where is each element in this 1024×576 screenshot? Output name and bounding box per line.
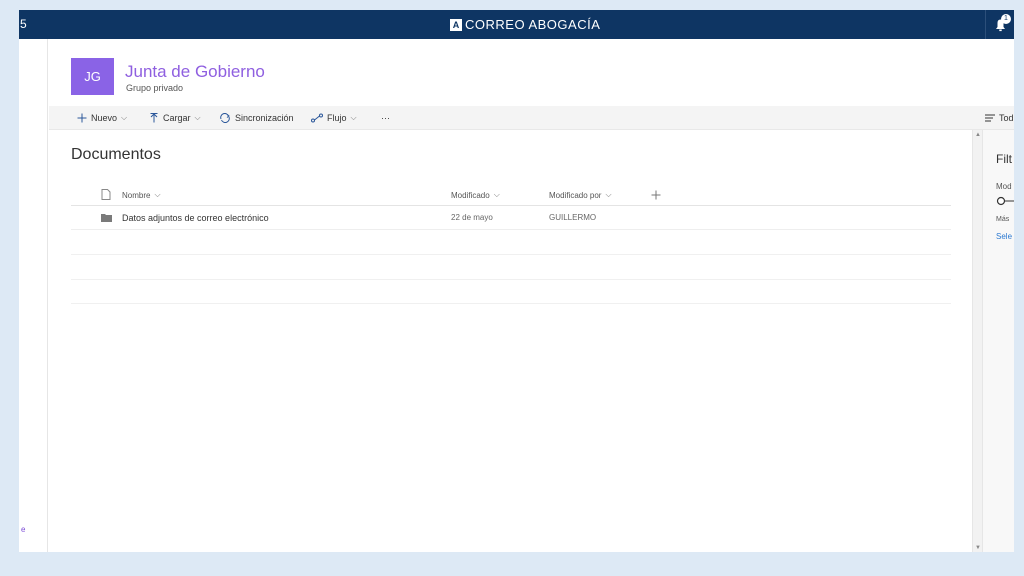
left-nav-strip	[19, 39, 48, 552]
scroll-up-icon[interactable]: ▲	[975, 132, 981, 138]
filter-select-link[interactable]: Sele	[996, 232, 1012, 241]
chevron-down-icon: ⌵	[493, 190, 500, 199]
column-header-modified-by[interactable]: Modificado por ⌵	[549, 190, 612, 200]
header-divider	[71, 205, 951, 206]
upload-button[interactable]: Cargar ⌵	[149, 106, 201, 130]
add-column-icon[interactable]	[651, 190, 661, 200]
sync-button[interactable]: Sincronización	[219, 106, 294, 130]
brand-mark: A	[450, 18, 462, 31]
placeholder-row	[71, 279, 951, 280]
file-type-icon	[101, 189, 111, 200]
sync-icon	[220, 113, 230, 123]
row-modified: 22 de mayo	[451, 213, 493, 222]
suite-header: 5 A CORREO ABOGACÍA 1	[19, 10, 1014, 39]
row-modified-by: GUILLERMO	[549, 213, 597, 222]
folder-icon	[101, 214, 112, 222]
filter-modified-label: Mod	[996, 182, 1012, 191]
app-window: 5 A CORREO ABOGACÍA 1 e JG Junta de Gobi…	[19, 10, 1014, 552]
site-logo[interactable]: JG	[71, 58, 114, 95]
chevron-down-icon: ⌵	[154, 190, 161, 199]
column-modified-label: Modificado	[451, 190, 490, 200]
view-options-icon	[985, 114, 995, 122]
upload-label: Cargar	[163, 113, 191, 123]
column-name-label: Nombre	[122, 190, 151, 200]
scroll-down-icon[interactable]: ▼	[975, 545, 981, 551]
bell-icon	[996, 19, 1005, 32]
chevron-down-icon: ⌵	[350, 113, 357, 122]
site-subtitle: Grupo privado	[126, 83, 184, 93]
upload-icon	[150, 113, 158, 123]
app-launcher-fragment[interactable]: 5	[19, 10, 31, 39]
placeholder-row	[71, 254, 951, 255]
left-nav-fragment[interactable]: e	[21, 525, 25, 534]
site-title[interactable]: Junta de Gobierno	[125, 62, 265, 82]
placeholder-row	[71, 303, 951, 304]
view-options-button[interactable]: Tod	[985, 106, 1014, 130]
brand-logo[interactable]: A CORREO ABOGACÍA	[450, 16, 600, 33]
chevron-down-icon: ⌵	[605, 190, 612, 199]
more-button[interactable]: ···	[381, 106, 390, 130]
filter-more-label: Más	[996, 216, 1010, 223]
filter-slider-icon[interactable]	[996, 196, 1014, 206]
command-bar: Nuevo ⌵ Cargar ⌵ Sincronización Flujo ⌵ …	[49, 106, 1014, 130]
column-modified-by-label: Modificado por	[549, 190, 602, 200]
flow-icon	[311, 113, 323, 123]
chevron-down-icon: ⌵	[121, 113, 128, 122]
notification-badge: 1	[1001, 14, 1011, 24]
brand-name: CORREO ABOGACÍA	[465, 17, 601, 32]
new-label: Nuevo	[91, 113, 118, 123]
flow-label: Flujo	[327, 113, 347, 123]
notifications-button[interactable]: 1	[985, 10, 1014, 39]
column-header-modified[interactable]: Modificado ⌵	[451, 190, 500, 200]
library-title: Documentos	[71, 146, 161, 163]
library-scrollbar[interactable]: ▲ ▼	[972, 130, 982, 552]
document-library: Documentos Nombre ⌵ Modificado ⌵ Modific…	[49, 130, 972, 552]
more-icon: ···	[381, 113, 390, 123]
filter-panel: Filt Mod Más Sele	[982, 130, 1014, 552]
flow-button[interactable]: Flujo ⌵	[311, 106, 357, 130]
plus-icon	[77, 113, 87, 123]
column-header-name[interactable]: Nombre ⌵	[122, 190, 161, 200]
view-options-label: Tod	[999, 113, 1014, 123]
filter-panel-title: Filt	[996, 152, 1012, 166]
chevron-down-icon: ⌵	[194, 113, 201, 122]
row-name[interactable]: Datos adjuntos de correo electrónico	[122, 213, 269, 223]
site-header: JG Junta de Gobierno Grupo privado	[49, 39, 1014, 106]
sync-label: Sincronización	[235, 113, 294, 123]
row-divider	[71, 229, 951, 230]
new-button[interactable]: Nuevo ⌵	[77, 106, 127, 130]
